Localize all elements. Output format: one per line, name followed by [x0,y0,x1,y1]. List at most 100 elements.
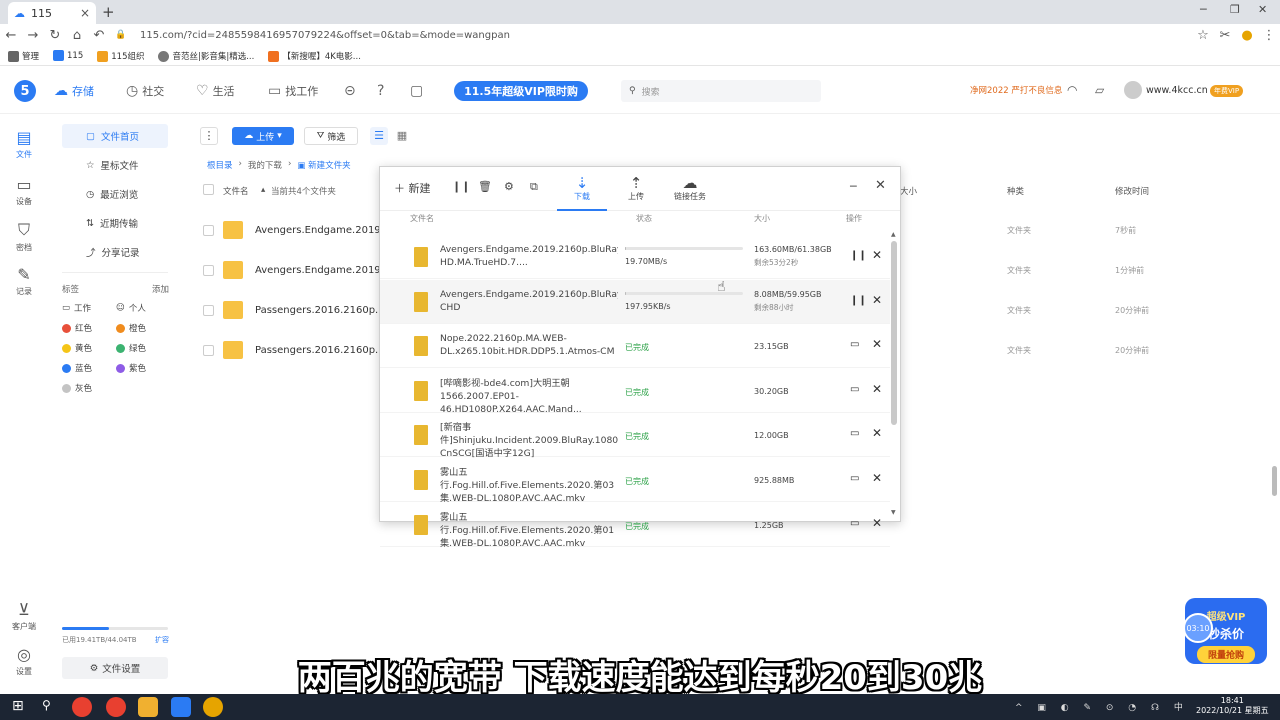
clock[interactable]: 18:41 2022/10/21 星期五 [1196,696,1269,716]
copy-icon[interactable]: ⧉ [530,180,538,194]
vip-banner[interactable]: 11.5年超级VIP限时购 [454,81,588,101]
bookmark-item[interactable]: 115 [53,50,83,61]
row-checkbox[interactable] [203,225,214,236]
tag-work[interactable]: ▭ 工作 [62,302,91,314]
recorder-icon[interactable] [203,697,223,717]
rail-devices[interactable]: ▭ 设备 [0,175,48,207]
windows-start-icon[interactable]: ⊞ [12,698,24,714]
settings-icon[interactable]: ⚙ [504,180,514,193]
open-folder-icon[interactable]: ▭ [850,384,859,395]
breadcrumb-root[interactable]: 根目录 [207,159,233,171]
breadcrumb-downloads[interactable]: 我的下载 [248,159,282,171]
search-input[interactable]: ⚲ 搜索 [621,80,821,102]
close-dialog-icon[interactable]: ✕ [875,178,886,193]
tab-link-tasks[interactable]: ☁ 链接任务 [664,175,716,202]
tag-color[interactable]: 蓝色 [62,362,92,374]
rail-files[interactable]: ▤ 文件 [0,128,48,160]
col-kind[interactable]: 种类 [1007,185,1024,197]
upload-button[interactable]: ☁ 上传 ▾ [232,127,294,145]
col-size[interactable]: 大小 [900,185,917,197]
expand-quota-link[interactable]: 扩容 [155,635,169,645]
bookmark-item[interactable]: 115组织 [97,50,144,62]
bookmark-item[interactable]: 【新搜喔】4K电影... [268,50,361,62]
notification-icon[interactable]: ▱ [1095,83,1104,97]
download-row[interactable]: Nope.2022.2160p.MA.WEB-DL.x265.10bit.HDR… [380,324,890,369]
tag-color[interactable]: 红色 [62,322,92,334]
select-all-checkbox[interactable] [203,184,214,195]
tag-color[interactable]: 紫色 [116,362,146,374]
remove-icon[interactable]: ✕ [872,426,882,440]
more-button[interactable]: ⋮ [200,127,218,145]
list-view-icon[interactable]: ☰ [370,127,388,145]
rail-vault[interactable]: ⛉ 密档 [0,220,48,253]
row-name[interactable]: Avengers.Endgame.2019.21 [255,265,397,276]
tab-download[interactable]: ⇣ 下载 [557,175,607,211]
remove-icon[interactable]: ✕ [872,248,882,262]
nav-storage[interactable]: ☁ 存储 [54,83,94,99]
sidebar-item-home[interactable]: ▢ 文件首页 [62,124,168,148]
reload-icon[interactable]: ↻ [44,28,66,43]
nav-life[interactable]: ♡ 生活 [196,83,235,99]
search-icon[interactable]: ⚲ [42,698,51,712]
open-folder-icon[interactable]: ▭ [850,473,859,484]
tag-color[interactable]: 橙色 [116,322,146,334]
sidebar-item-transfers[interactable]: ⇅ 近期传输 [62,211,168,235]
grid-view-icon[interactable]: ▦ [393,127,411,145]
download-row[interactable]: [新宿事件]Shinjuku.Incident.2009.BluRay.1080… [380,413,890,459]
maximize-button[interactable]: ❐ [1230,3,1240,16]
remove-icon[interactable]: ✕ [872,516,882,530]
chrome-icon[interactable] [106,697,126,717]
close-tab-icon[interactable]: × [80,6,90,20]
row-checkbox[interactable] [203,345,214,356]
profile-icon[interactable]: ● [1236,28,1258,43]
minimize-dialog-icon[interactable]: ─ [850,180,857,193]
scroll-down-icon[interactable]: ▼ [891,509,896,516]
sidebar-item-starred[interactable]: ☆ 星标文件 [62,153,168,177]
sort-asc-icon[interactable]: ▴ [261,185,265,195]
back-icon[interactable]: ← [0,28,22,43]
star-icon[interactable]: ☆ [1192,28,1214,43]
open-folder-icon[interactable]: ▭ [850,518,859,529]
page-scrollbar[interactable] [1272,466,1277,496]
nav-jobs[interactable]: ▭ 找工作 [268,83,318,99]
new-folder-link[interactable]: ▣ 新建文件夹 [297,159,350,171]
remove-icon[interactable]: ✕ [872,382,882,396]
system-tray[interactable]: ^ ▣ ◐ ✎ ⊙ ◔ ☊ 中 [1015,700,1189,713]
close-window-button[interactable]: ✕ [1258,3,1267,16]
tags-add-link[interactable]: 添加 [152,283,169,295]
open-folder-icon[interactable]: ▭ [850,428,859,439]
bookmark-item[interactable]: 音范丝|影音集|精选... [158,50,254,62]
message-icon[interactable]: ▢ [410,83,423,99]
new-task-button[interactable]: ＋ 新建 [394,180,431,196]
col-time[interactable]: 修改时间 [1115,185,1149,197]
tag-personal[interactable]: ☺ 个人 [116,302,146,314]
undo-icon[interactable]: ↶ [88,28,110,43]
tag-color[interactable]: 黄色 [62,342,92,354]
dialog-scroll-thumb[interactable] [891,241,897,425]
sidebar-item-recent[interactable]: ◷ 最近浏览 [62,182,168,206]
trash-icon[interactable]: 🗑 [478,180,492,193]
filter-button[interactable]: ⛛ 筛选 [304,127,358,145]
row-checkbox[interactable] [203,265,214,276]
tag-color[interactable]: 灰色 [62,382,92,394]
help-icon[interactable]: ? [377,83,384,99]
new-tab-button[interactable]: + [102,3,115,21]
scroll-up-icon[interactable]: ▲ [891,231,896,238]
tab-upload[interactable]: ⇡ 上传 [611,175,661,202]
row-name[interactable]: Avengers.Endgame.2019.21 [255,225,397,236]
download-row[interactable]: 雾山五行.Fog.Hill.of.Five.Elements.2020.第01集… [380,503,890,549]
tag-color[interactable]: 绿色 [116,342,146,354]
115-app-icon[interactable] [171,697,191,717]
download-row[interactable]: Avengers.Endgame.2019.2160p.BluRay.HEVC.… [380,279,890,324]
download-row[interactable]: [哔嘀影视-bde4.com]大明王朝1566.2007.EP01-46.HD1… [380,369,890,415]
folder-icon[interactable] [138,697,158,717]
dialog-scrollbar[interactable]: ▲ ▼ [890,231,898,519]
remove-icon[interactable]: ✕ [872,293,882,307]
forward-icon[interactable]: → [22,28,44,43]
browser-tab[interactable]: ☁ 115 × [8,2,96,24]
download-row[interactable]: Avengers.Endgame.2019.2160p.BluRay.REMUX… [380,235,890,279]
sidebar-item-shares[interactable]: ⤴ 分享记录 [62,240,168,264]
pause-all-icon[interactable]: ❙❙ [452,180,470,193]
app-logo[interactable]: 5 [14,80,36,102]
avatar[interactable] [1124,81,1142,99]
